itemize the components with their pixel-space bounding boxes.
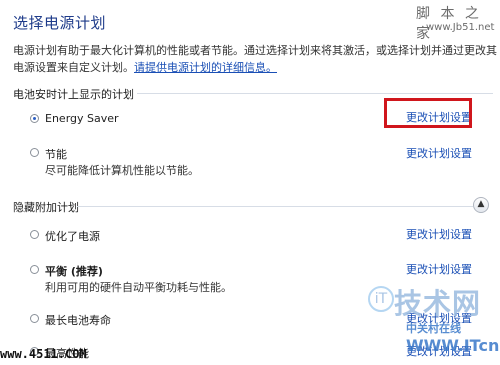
- chevron-up-icon: ▲: [477, 199, 485, 209]
- plan-name: 最长电池寿命: [45, 314, 111, 327]
- watermark-logo-icon: iT: [368, 286, 394, 312]
- watermark-logo-url: WWW.ITcn: [406, 336, 500, 355]
- watermark-site-url: www.Jb51.net: [426, 22, 495, 33]
- plan-name: 平衡 (推荐): [45, 265, 103, 278]
- annotation-highlight-box: [384, 98, 472, 128]
- plan-name: Energy Saver: [45, 112, 119, 125]
- section-divider: [137, 93, 493, 94]
- watermark-bottom-url: www.4511.COM: [0, 347, 87, 361]
- change-plan-settings-link[interactable]: 更改计划设置: [406, 145, 472, 161]
- battery-section-header: 电池安时计上显示的计划: [13, 88, 134, 101]
- hidden-section-header: 隐藏附加计划: [13, 201, 79, 214]
- watermark-logo-title: 技术网: [394, 287, 482, 320]
- plan-details-link[interactable]: 请提供电源计划的详细信息。: [134, 61, 277, 74]
- change-plan-settings-link[interactable]: 更改计划设置: [406, 261, 472, 277]
- change-plan-settings-link[interactable]: 更改计划设置: [406, 226, 472, 242]
- collapse-section-button[interactable]: ▲: [473, 197, 489, 213]
- plan-radio-balanced[interactable]: [30, 265, 39, 274]
- intro-paragraph: 电源计划有助于最大化计算机的性能或者节能。通过选择计划来将其激活，或选择计划并通…: [13, 42, 499, 76]
- plan-radio-power-saver[interactable]: [30, 148, 39, 157]
- plan-radio-energy-saver[interactable]: [30, 114, 39, 123]
- plan-name: 节能: [45, 148, 67, 161]
- watermark-logo: iT 技术网 中关村在线 WWW.ITcn: [364, 280, 500, 365]
- plan-radio-max-battery-life[interactable]: [30, 314, 39, 323]
- watermark-logo-subtitle: 中关村在线: [406, 322, 461, 335]
- plan-radio-optimized-power[interactable]: [30, 230, 39, 239]
- hidden-plans-section: 隐藏附加计划: [13, 199, 493, 215]
- plan-description: 利用可用的硬件自动平衡功耗与性能。: [45, 281, 232, 294]
- page-title: 选择电源计划: [13, 14, 107, 32]
- plan-name: 优化了电源: [45, 230, 100, 243]
- section-divider: [77, 206, 473, 207]
- plan-description: 尽可能降低计算机性能以节能。: [45, 164, 199, 177]
